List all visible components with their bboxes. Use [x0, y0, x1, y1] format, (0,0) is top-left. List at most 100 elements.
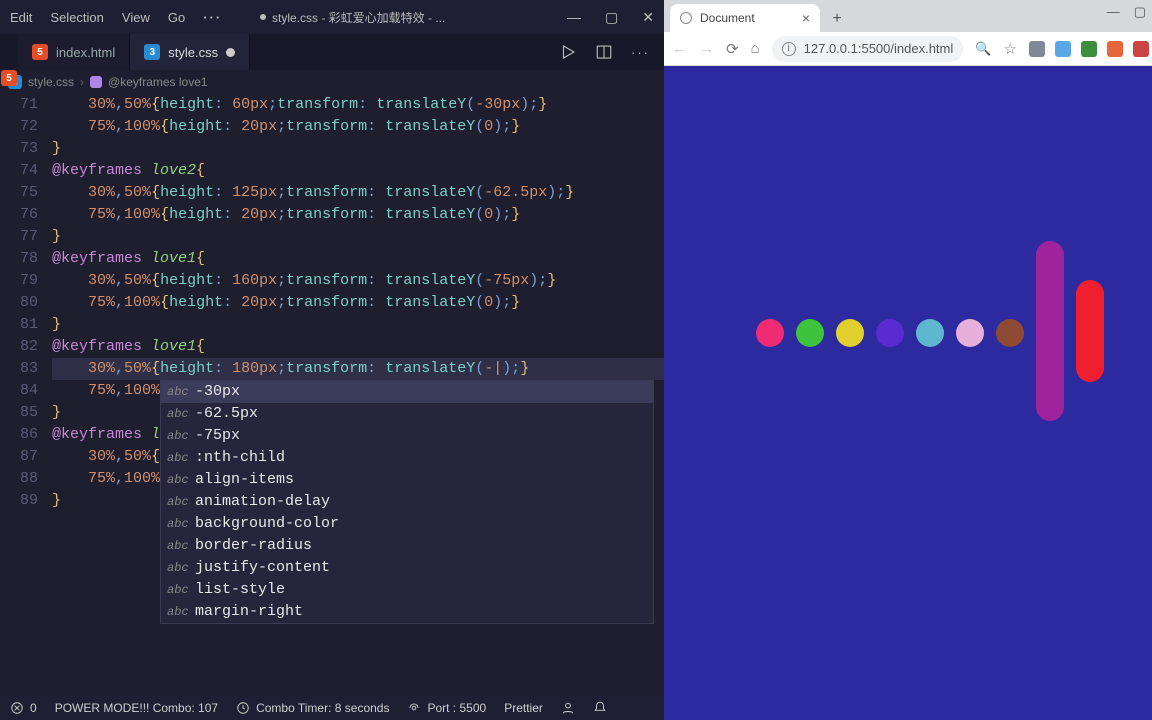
- preview-bar-2: [1076, 280, 1104, 382]
- bookmark-icon[interactable]: ☆: [1003, 40, 1016, 58]
- home-icon[interactable]: ⌂: [751, 40, 760, 57]
- back-icon[interactable]: ←: [672, 40, 687, 57]
- suggestion-kind-icon: abc: [167, 513, 195, 535]
- modified-dot-icon: [260, 14, 266, 20]
- more-actions-icon[interactable]: ···: [631, 45, 650, 60]
- suggestion-kind-icon: abc: [167, 491, 195, 513]
- extensions-area: [1029, 41, 1152, 57]
- suggestion-kind-icon: abc: [167, 601, 195, 623]
- breadcrumb-symbol[interactable]: @keyframes love1: [108, 75, 208, 89]
- address-bar[interactable]: i 127.0.0.1:5500/index.html: [772, 36, 964, 62]
- browser-window: Document × + — ▢ ← → ⟳ ⌂ i 127.0.0.1:550…: [664, 0, 1152, 720]
- site-info-icon[interactable]: i: [782, 42, 796, 56]
- window-title-text: style.css - 彩虹爱心加载特效 - ...: [272, 9, 445, 26]
- clock-icon: [236, 701, 250, 715]
- html-file-icon: 5: [32, 44, 48, 60]
- suggestion-kind-icon: abc: [167, 425, 195, 447]
- status-feedback-icon[interactable]: [561, 701, 575, 715]
- breadcrumb[interactable]: 3 style.css › @keyframes love1: [0, 70, 664, 94]
- preview-dot: [796, 319, 824, 347]
- preview-dot: [996, 319, 1024, 347]
- preview-dot: [756, 319, 784, 347]
- reload-icon[interactable]: ⟳: [726, 40, 739, 58]
- editor-tab-bar: 5 index.html 3 style.css ···: [0, 34, 664, 70]
- preview-dot: [876, 319, 904, 347]
- preview-dots-row: [756, 319, 1024, 347]
- unsaved-dot-icon: [226, 48, 235, 57]
- extension-icon[interactable]: [1107, 41, 1123, 57]
- suggestion-item[interactable]: abcmargin-right: [161, 601, 653, 623]
- person-icon: [561, 701, 575, 715]
- chevron-right-icon: ›: [80, 75, 84, 89]
- suggestion-item[interactable]: abcbackground-color: [161, 513, 653, 535]
- suggestion-item[interactable]: abcborder-radius: [161, 535, 653, 557]
- suggestion-item[interactable]: abc:nth-child: [161, 447, 653, 469]
- suggestion-item[interactable]: abcjustify-content: [161, 557, 653, 579]
- code-editor[interactable]: 71727374757677787980818283848586878889 3…: [0, 94, 664, 696]
- suggestion-kind-icon: abc: [167, 469, 195, 491]
- tab-close-icon[interactable]: ×: [802, 10, 810, 26]
- menu-edit[interactable]: Edit: [10, 10, 32, 25]
- favicon-icon: [680, 12, 692, 24]
- preview-dot: [956, 319, 984, 347]
- url-text: 127.0.0.1:5500/index.html: [804, 41, 954, 56]
- run-icon[interactable]: [559, 43, 577, 61]
- new-tab-button[interactable]: +: [824, 6, 850, 32]
- title-bar: Edit Selection View Go ··· style.css - 彩…: [0, 0, 664, 34]
- window-maximize-icon[interactable]: ▢: [605, 9, 618, 26]
- window-minimize-icon[interactable]: —: [567, 9, 581, 25]
- tab-label: index.html: [56, 45, 115, 60]
- autocomplete-popup[interactable]: abc-30pxabc-62.5pxabc-75pxabc:nth-childa…: [160, 380, 654, 624]
- extension-icon[interactable]: [1055, 41, 1071, 57]
- preview-dot: [836, 319, 864, 347]
- extension-icon[interactable]: [1133, 41, 1149, 57]
- suggestion-item[interactable]: abcanimation-delay: [161, 491, 653, 513]
- status-prettier[interactable]: Prettier: [504, 701, 543, 715]
- line-number-gutter: 71727374757677787980818283848586878889: [0, 94, 52, 696]
- forward-icon[interactable]: →: [699, 40, 714, 57]
- window-title: style.css - 彩虹爱心加载特效 - ...: [260, 9, 445, 26]
- window-close-icon[interactable]: ✕: [642, 9, 654, 26]
- browser-minimize-icon[interactable]: —: [1107, 4, 1120, 20]
- browser-tab-title: Document: [700, 11, 755, 25]
- suggestion-item[interactable]: abcalign-items: [161, 469, 653, 491]
- broadcast-icon: [407, 701, 421, 715]
- css-file-icon: 3: [144, 44, 160, 60]
- page-preview: [664, 66, 1152, 720]
- html-file-icon[interactable]: 5: [1, 70, 17, 86]
- status-errors[interactable]: 0: [10, 701, 37, 715]
- browser-maximize-icon[interactable]: ▢: [1134, 4, 1146, 20]
- breadcrumb-file[interactable]: style.css: [28, 75, 74, 89]
- split-editor-icon[interactable]: [595, 43, 613, 61]
- browser-toolbar: ← → ⟳ ⌂ i 127.0.0.1:5500/index.html 🔍 ☆: [664, 32, 1152, 66]
- menu-view[interactable]: View: [122, 10, 150, 25]
- bell-icon: [593, 701, 607, 715]
- error-icon: [10, 701, 24, 715]
- suggestion-item[interactable]: abc-62.5px: [161, 403, 653, 425]
- status-bar: 0 POWER MODE!!! Combo: 107 Combo Timer: …: [0, 696, 664, 720]
- menu-go[interactable]: Go: [168, 10, 185, 25]
- menu-more-icon[interactable]: ···: [203, 10, 222, 25]
- suggestion-item[interactable]: abclist-style: [161, 579, 653, 601]
- code-area[interactable]: 30%,50%{height: 60px;transform: translat…: [52, 94, 664, 696]
- suggestion-kind-icon: abc: [167, 557, 195, 579]
- suggestion-kind-icon: abc: [167, 381, 195, 403]
- menu-selection[interactable]: Selection: [50, 10, 103, 25]
- suggestion-kind-icon: abc: [167, 447, 195, 469]
- browser-tab[interactable]: Document ×: [670, 4, 820, 32]
- status-port[interactable]: Port : 5500: [407, 701, 486, 715]
- status-bell-icon[interactable]: [593, 701, 607, 715]
- suggestion-item[interactable]: abc-75px: [161, 425, 653, 447]
- status-power-mode[interactable]: POWER MODE!!! Combo: 107: [55, 701, 218, 715]
- tab-index-html[interactable]: 5 index.html: [18, 34, 130, 70]
- extension-icon[interactable]: [1081, 41, 1097, 57]
- suggestion-item[interactable]: abc-30px: [161, 381, 653, 403]
- browser-tab-strip: Document × + — ▢: [664, 0, 1152, 32]
- preview-bar-1: [1036, 241, 1064, 421]
- tab-style-css[interactable]: 3 style.css: [130, 34, 250, 70]
- symbol-icon: [90, 76, 102, 88]
- extension-icon[interactable]: [1029, 41, 1045, 57]
- zoom-icon[interactable]: 🔍: [975, 41, 991, 57]
- status-combo-timer[interactable]: Combo Timer: 8 seconds: [236, 701, 389, 715]
- activity-bar: 5: [0, 70, 18, 94]
